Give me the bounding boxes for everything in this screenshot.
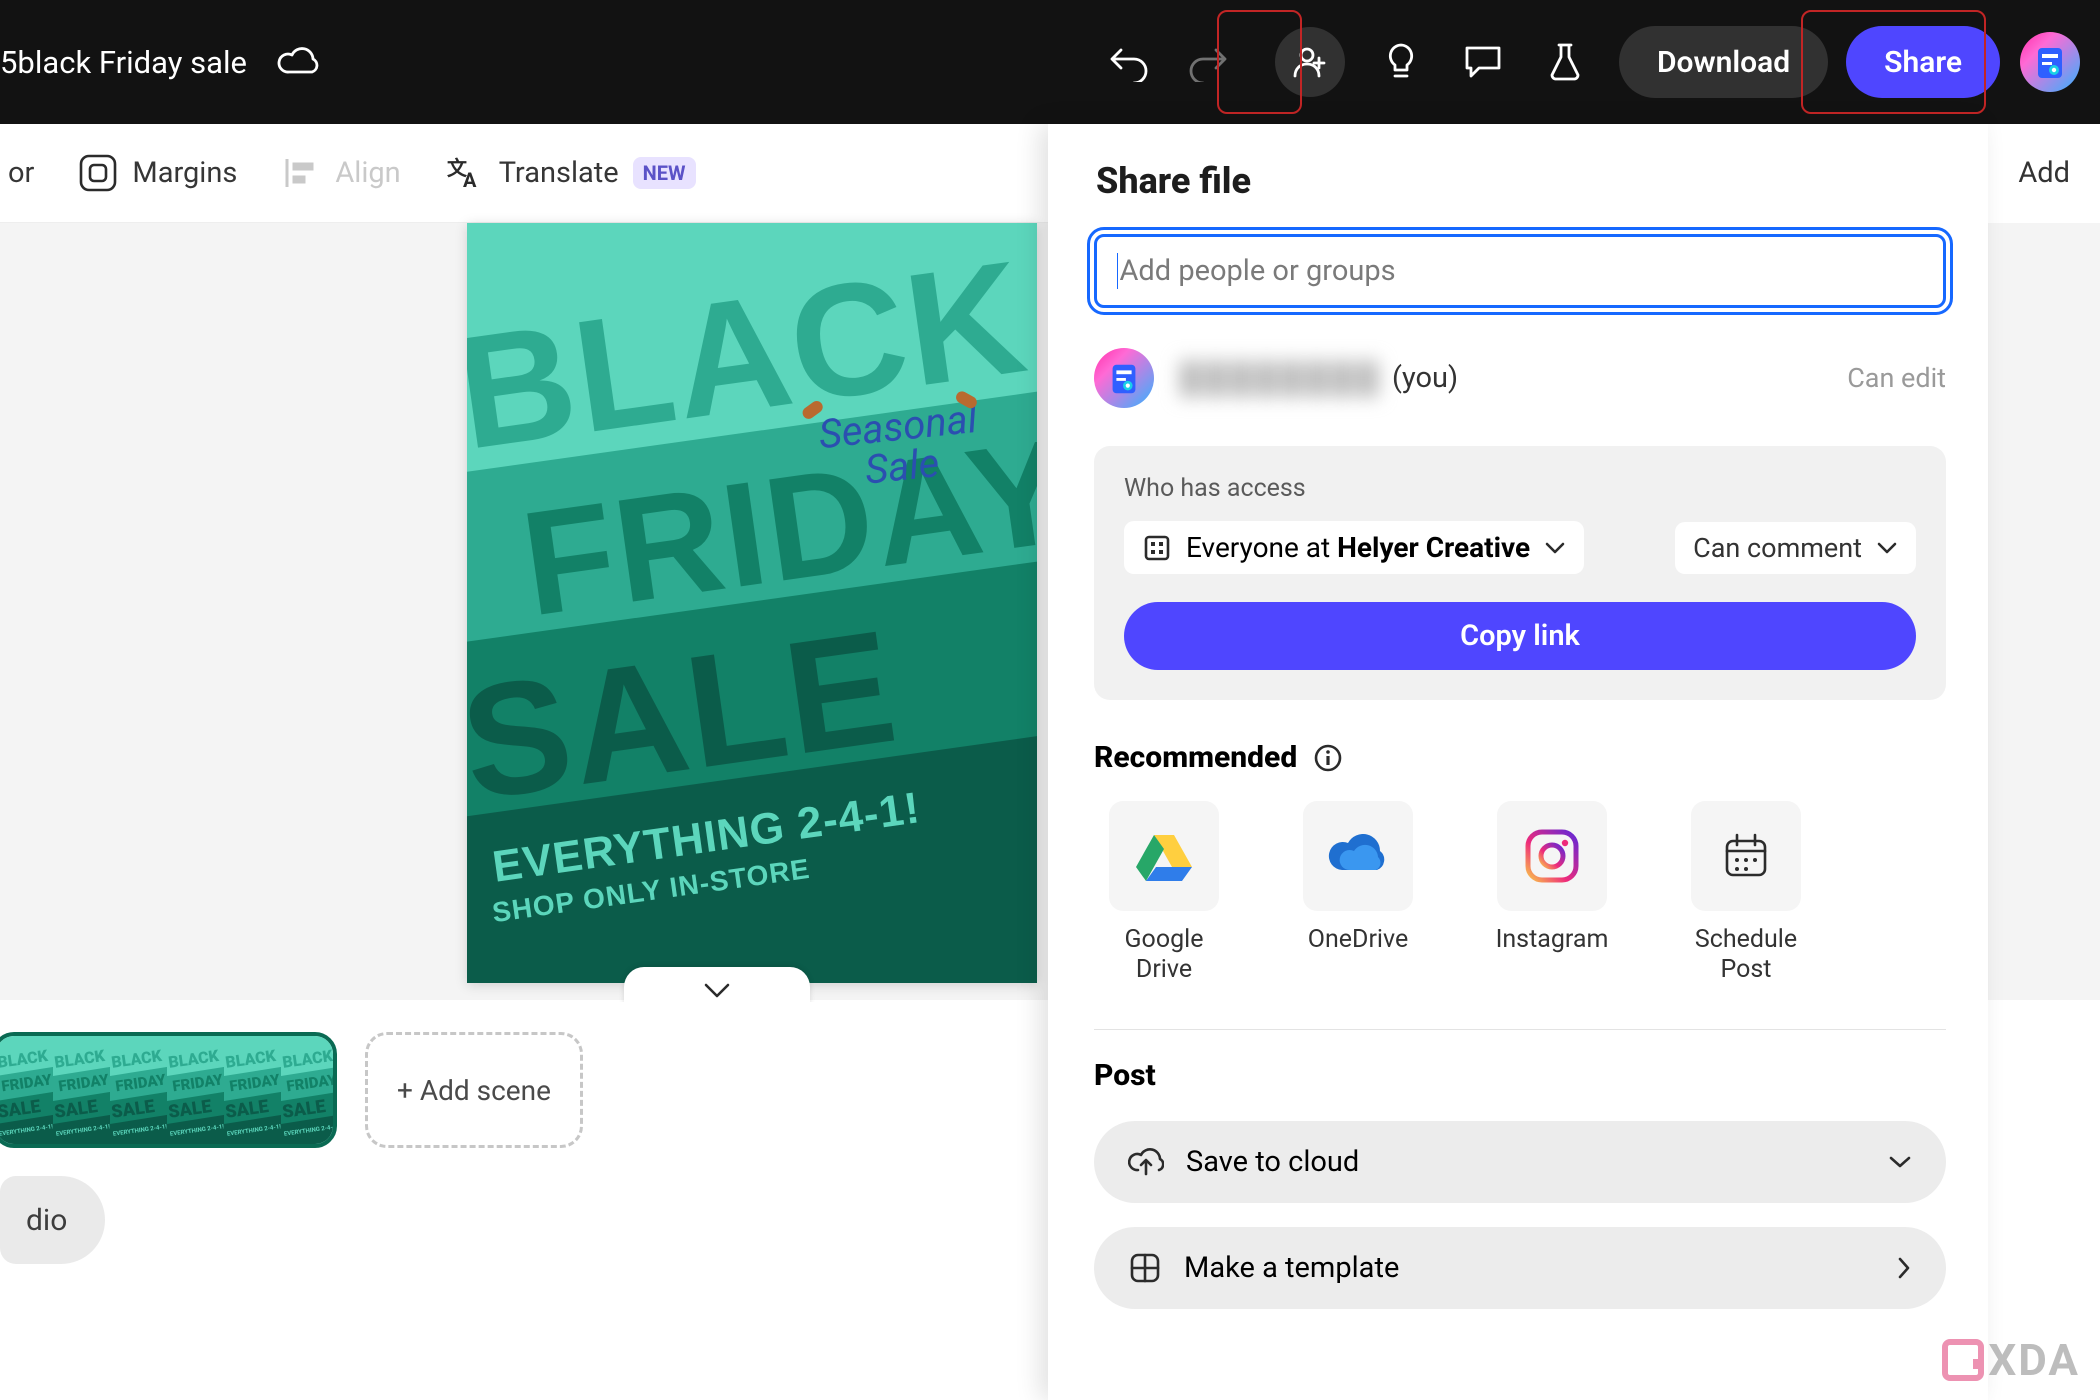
document-title[interactable]: 5black Friday sale [0,44,247,81]
post-section-title: Post [1094,1058,1946,1093]
toolbar-align: Align [281,153,400,193]
new-badge: NEW [633,157,696,189]
post-make-template[interactable]: Make a template [1094,1227,1946,1309]
beaker-icon[interactable] [1539,36,1591,88]
access-box: Who has access Everyone at Helyer Creati… [1094,446,1946,700]
owner-name-redacted: ████████ [1180,361,1382,396]
access-permission-dropdown[interactable]: Can comment [1675,522,1916,574]
toolbar-translate-label: Translate [499,156,619,190]
rec-schedule[interactable]: Schedule Post [1676,801,1816,985]
toolbar-cutoff-label: or [8,156,34,190]
top-bar: 5black Friday sale [0,0,2100,124]
rec-google-drive[interactable]: Google Drive [1094,801,1234,985]
share-panel: Share file ████████ (you) Can edit Wh [1048,124,1988,1400]
share-input[interactable] [1094,234,1946,308]
chevron-right-icon [1896,1256,1912,1280]
toolbar-margins-label: Margins [132,156,237,190]
poster-canvas[interactable]: BLACK FRIDAY SALE EVERYTHING 2-4-1! SHOP… [467,223,1037,983]
rec-onedrive[interactable]: OneDrive [1288,801,1428,985]
scene-thumbnail[interactable]: BLACK FRIDAY SALE EVERYTHING 2-4-1! [0,1032,337,1148]
toolbar-align-label: Align [335,156,400,190]
copy-link-button[interactable]: Copy link [1124,602,1916,670]
undo-button[interactable] [1107,42,1151,82]
user-avatar[interactable] [2020,32,2080,92]
highlight-invite [1217,10,1302,114]
owner-you-label: (you) [1392,361,1458,395]
download-button[interactable]: Download [1619,26,1828,98]
chevron-down-icon [1888,1154,1912,1170]
owner-row: ████████ (you) Can edit [1094,348,1946,408]
cloud-sync-icon[interactable] [277,45,321,79]
org-access-dropdown[interactable]: Everyone at Helyer Creative [1124,521,1584,574]
xda-watermark: XDA [1942,1334,2080,1386]
share-input-field[interactable] [1118,253,1924,289]
svg-text:A: A [463,168,477,192]
access-title: Who has access [1124,474,1916,503]
share-panel-title: Share file [1096,160,1946,202]
recommended-title: Recommended [1094,740,1946,775]
rec-instagram[interactable]: Instagram [1482,801,1622,985]
comment-icon[interactable] [1457,36,1509,88]
highlight-share [1801,10,1986,114]
add-button[interactable]: Add [2018,156,2070,190]
info-icon[interactable] [1313,743,1343,773]
add-scene-button[interactable]: + Add scene [365,1032,583,1148]
owner-avatar [1094,348,1154,408]
toolbar-translate[interactable]: 文A Translate NEW [445,153,696,193]
post-save-cloud[interactable]: Save to cloud [1094,1121,1946,1203]
recommended-grid: Google Drive OneDrive Instagram Schedule… [1094,801,1946,985]
owner-permission: Can edit [1847,362,1946,394]
hint-icon[interactable] [1375,36,1427,88]
toolbar-margins[interactable]: Margins [78,153,237,193]
